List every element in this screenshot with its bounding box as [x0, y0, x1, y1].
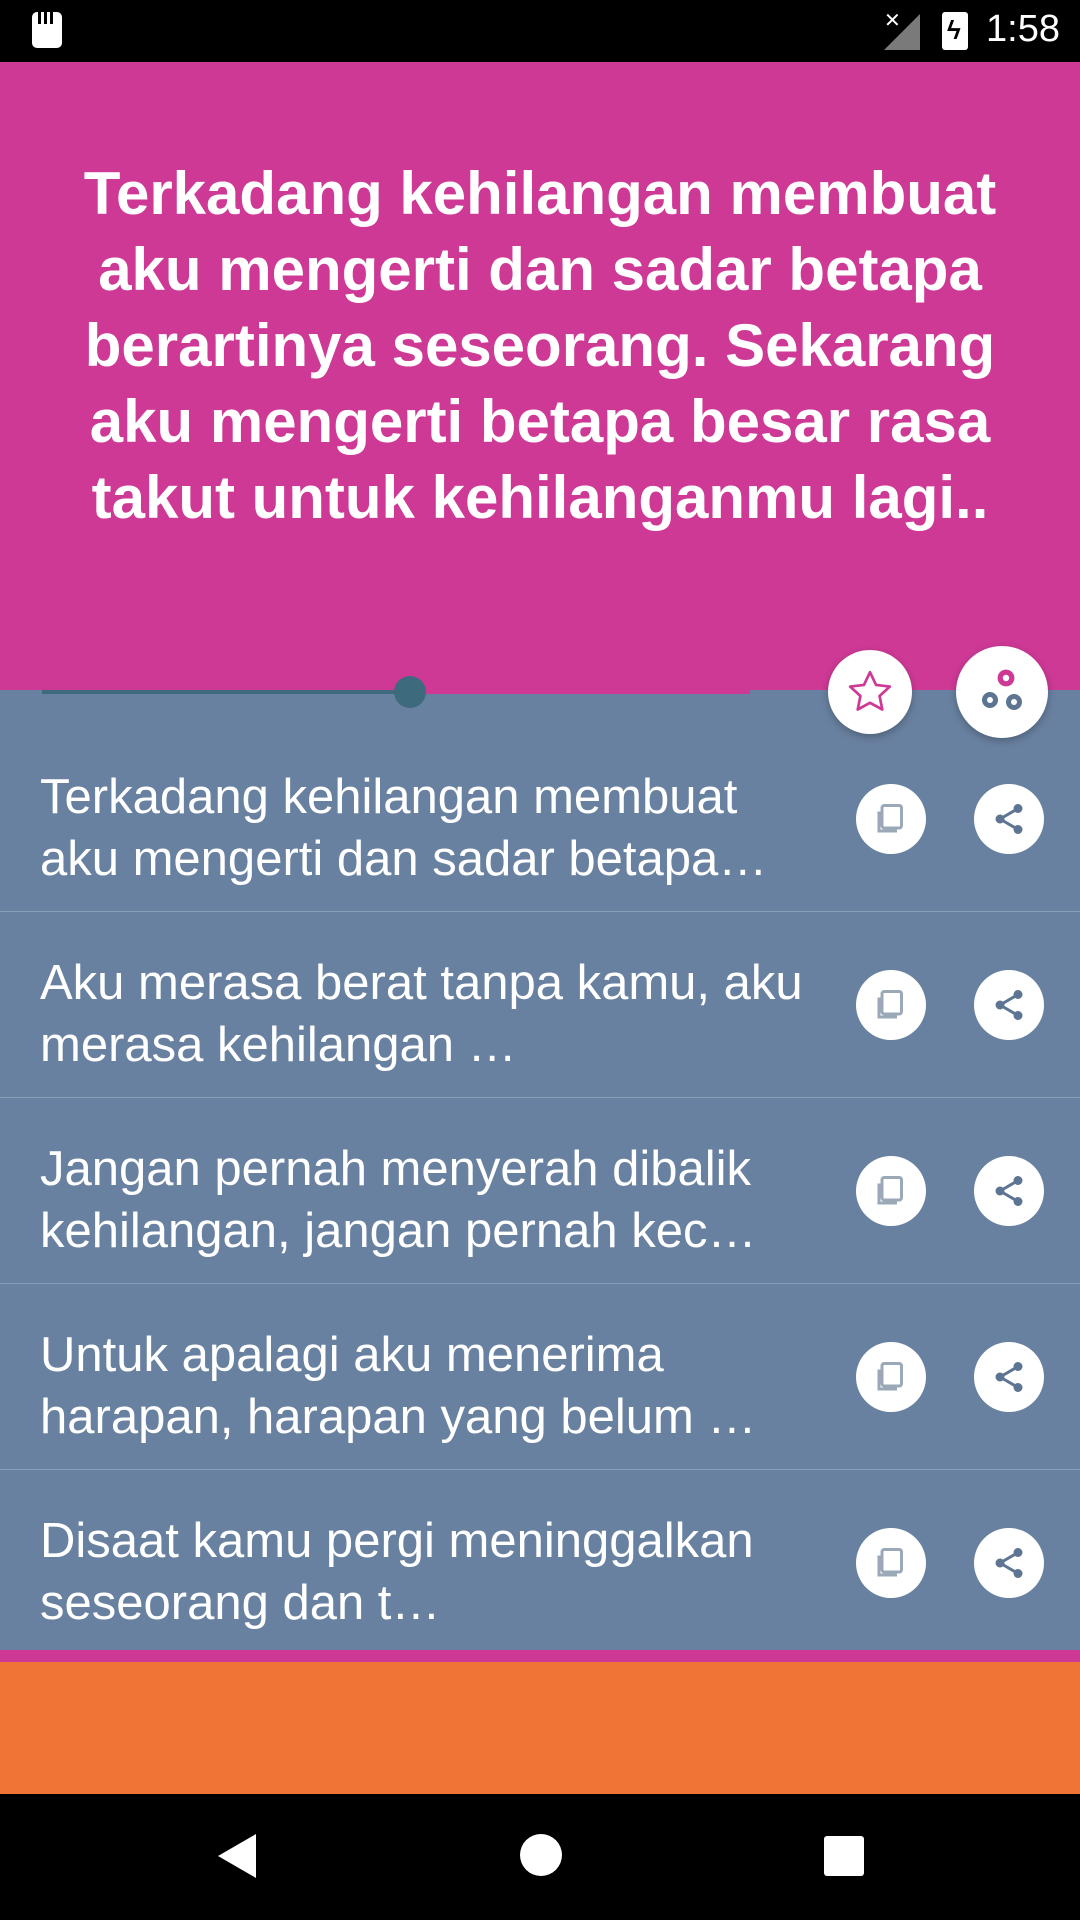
progress-fill: [42, 690, 411, 694]
share-icon: [995, 990, 1023, 1020]
copy-button[interactable]: [856, 1528, 926, 1598]
list-item-text: Disaat kamu pergi meninggalkan seseorang…: [40, 1514, 754, 1630]
battery-charging-icon: [942, 12, 968, 50]
share-button[interactable]: [974, 1528, 1044, 1598]
settings-button[interactable]: [956, 646, 1048, 738]
status-bar: ✕ 1:58: [0, 0, 1080, 62]
share-button[interactable]: [974, 1156, 1044, 1226]
star-icon: [848, 670, 892, 711]
copy-icon: [877, 990, 903, 1019]
status-time: 1:58: [986, 8, 1060, 50]
share-button[interactable]: [974, 1342, 1044, 1412]
gears-icon: [982, 669, 1022, 710]
share-icon: [995, 1548, 1023, 1578]
list-item[interactable]: Terkadang kehilangan membuat aku mengert…: [0, 726, 1080, 912]
bottom-accent-strip: [0, 1650, 1080, 1662]
featured-quote: Terkadang kehilangan membuat aku mengert…: [83, 160, 997, 531]
copy-button[interactable]: [856, 970, 926, 1040]
list-item-text: Aku merasa berat tanpa kamu, aku merasa …: [40, 956, 803, 1072]
list-item-text: Terkadang kehilangan membuat aku mengert…: [40, 770, 768, 886]
share-button[interactable]: [974, 970, 1044, 1040]
copy-button[interactable]: [856, 784, 926, 854]
list-item[interactable]: Untuk apalagi aku menerima harapan, hara…: [0, 1284, 1080, 1470]
list-item[interactable]: Disaat kamu pergi meninggalkan seseorang…: [0, 1470, 1080, 1655]
list-item[interactable]: Aku merasa berat tanpa kamu, aku merasa …: [0, 912, 1080, 1098]
back-icon[interactable]: [218, 1834, 256, 1878]
progress-slider[interactable]: [42, 676, 750, 708]
home-icon[interactable]: [520, 1834, 562, 1876]
list-item[interactable]: Jangan pernah menyerah dibalik kehilanga…: [0, 1098, 1080, 1284]
copy-icon: [877, 1176, 903, 1205]
share-button[interactable]: [974, 784, 1044, 854]
ad-banner[interactable]: [0, 1662, 1080, 1794]
copy-icon: [877, 1548, 903, 1577]
quote-header: Terkadang kehilangan membuat aku mengert…: [0, 62, 1080, 690]
share-icon: [995, 1362, 1023, 1392]
copy-button[interactable]: [856, 1342, 926, 1412]
sd-card-icon: [32, 12, 62, 48]
recents-icon[interactable]: [824, 1836, 864, 1876]
no-signal-x-icon: ✕: [884, 10, 901, 32]
share-icon: [995, 804, 1023, 834]
quote-list: Terkadang kehilangan membuat aku mengert…: [0, 726, 1080, 1655]
list-item-text: Untuk apalagi aku menerima harapan, hara…: [40, 1328, 757, 1444]
copy-button[interactable]: [856, 1156, 926, 1226]
navigation-bar: [0, 1794, 1080, 1920]
quote-list-area: Terkadang kehilangan membuat aku mengert…: [0, 646, 1080, 1650]
favorite-button[interactable]: [828, 650, 912, 734]
list-item-text: Jangan pernah menyerah dibalik kehilanga…: [40, 1142, 757, 1258]
copy-icon: [877, 804, 903, 833]
copy-icon: [877, 1362, 903, 1391]
progress-thumb[interactable]: [394, 676, 427, 708]
share-icon: [995, 1176, 1023, 1206]
